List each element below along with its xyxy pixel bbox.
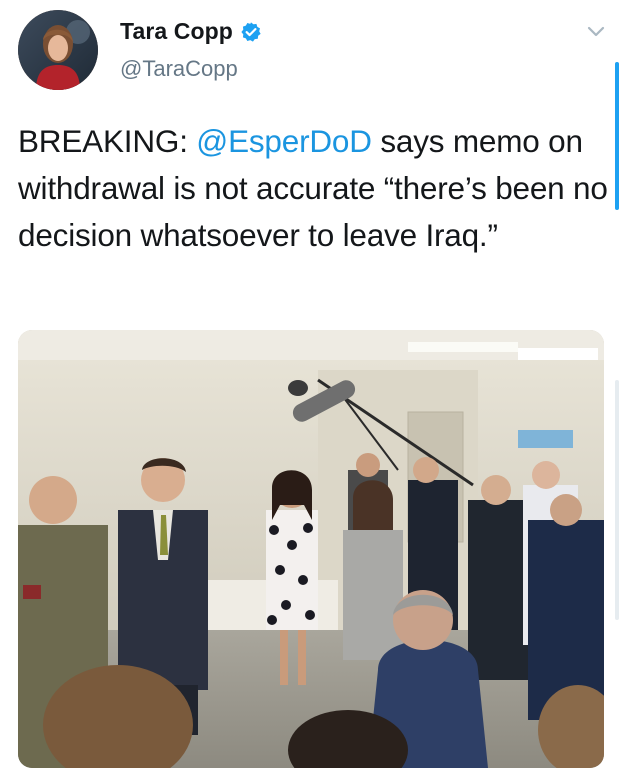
scrollbar-track <box>615 380 619 620</box>
avatar[interactable] <box>18 10 98 90</box>
user-handle[interactable]: @TaraCopp <box>120 56 238 82</box>
tweet-text-prefix: BREAKING: <box>18 123 197 159</box>
tweet-text: BREAKING: @EsperDoD says memo on withdra… <box>18 118 608 259</box>
name-row: Tara Copp <box>120 18 262 45</box>
press-gaggle-photo <box>18 330 604 768</box>
mention-link[interactable]: @EsperDoD <box>196 123 372 159</box>
scrollbar-thumb[interactable] <box>615 62 619 210</box>
verified-badge-icon <box>240 21 262 43</box>
display-name[interactable]: Tara Copp <box>120 18 233 45</box>
avatar-image <box>18 10 98 90</box>
chevron-down-icon[interactable] <box>583 20 609 42</box>
tweet-media-photo[interactable] <box>18 330 604 768</box>
tweet-card: Tara Copp @TaraCopp BREAKING: @EsperDoD … <box>0 0 621 776</box>
